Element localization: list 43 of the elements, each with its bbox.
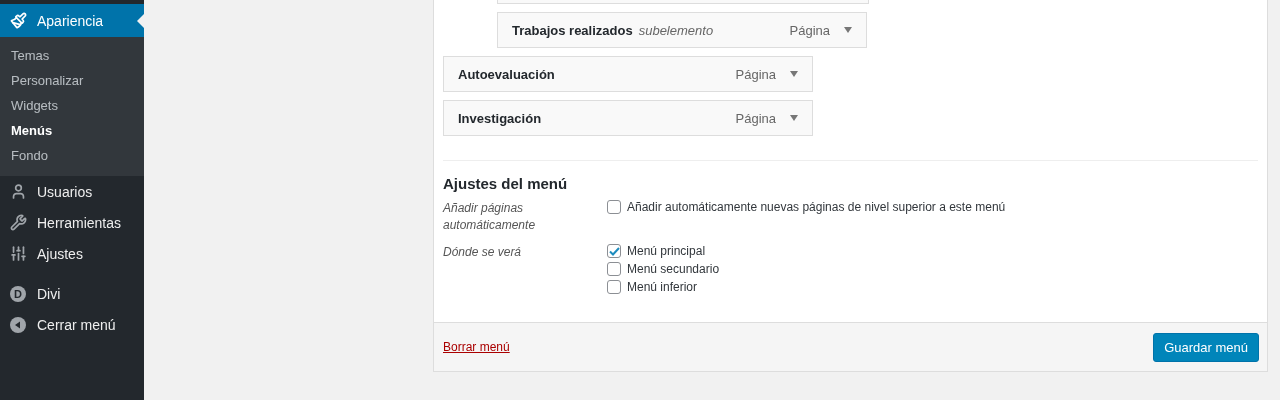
setting-label: Añadir páginas automáticamente <box>443 200 537 234</box>
submenu-item[interactable]: Menús <box>0 118 144 143</box>
menu-item-card[interactable]: Autoevaluación Página <box>443 56 813 92</box>
menu-item-type: Página <box>735 66 776 82</box>
checkbox[interactable] <box>607 262 621 276</box>
caret-icon[interactable] <box>844 27 852 33</box>
paintbrush-icon <box>8 12 28 29</box>
sliders-icon <box>8 245 28 262</box>
collapse-icon <box>10 316 26 333</box>
menu-item-title: Investigación <box>458 110 542 126</box>
menu-item-title: Trabajos realizados <box>512 22 633 38</box>
sidebar-item[interactable]: D Divi <box>0 278 144 309</box>
sidebar-item[interactable]: Herramientas <box>0 207 144 238</box>
setting-label: Dónde se verá <box>443 244 523 261</box>
checkbox-label: Menú secundario <box>627 262 720 276</box>
submenu-item[interactable]: Temas <box>0 43 144 68</box>
menu-item-title: Autoevaluación <box>458 66 555 82</box>
divi-icon: D <box>10 285 26 302</box>
sidebar-item[interactable]: Cerrar menú <box>0 309 144 340</box>
menu-item-type: Página <box>735 110 776 126</box>
sidebar-item[interactable]: Ajustes <box>0 238 144 269</box>
delete-menu-link[interactable]: Borrar menú <box>443 340 510 354</box>
caret-icon[interactable] <box>790 115 798 121</box>
menu-item-card[interactable]: Investigación Página <box>443 100 813 136</box>
checkbox-label: Añadir automáticamente nuevas páginas de nivel superior a este menú <box>627 200 1006 214</box>
checkbox[interactable] <box>607 280 621 294</box>
subitem-note: subelemento <box>638 22 714 38</box>
submenu-item[interactable]: Personalizar <box>0 68 144 93</box>
sidebar-item[interactable]: Usuarios <box>0 176 144 207</box>
save-menu-button[interactable]: Guardar menú <box>1153 332 1259 362</box>
current-notch <box>137 14 144 28</box>
submenu-item[interactable]: Fondo <box>0 143 144 168</box>
menu-item-type: Página <box>789 22 830 38</box>
settings-heading: Ajustes del menú <box>443 175 569 192</box>
sidebar-item[interactable]: Apariencia <box>0 4 144 37</box>
checkbox[interactable] <box>607 244 621 258</box>
checkbox-label: Menú inferior <box>627 280 698 294</box>
menu-item-card[interactable]: Trabajos realizados subelemento Página <box>497 12 867 48</box>
caret-icon[interactable] <box>790 71 798 77</box>
submenu-item[interactable]: Widgets <box>0 93 144 118</box>
checkbox[interactable] <box>607 200 621 214</box>
wrench-icon <box>8 214 28 231</box>
checkbox-label: Menú principal <box>627 244 706 258</box>
